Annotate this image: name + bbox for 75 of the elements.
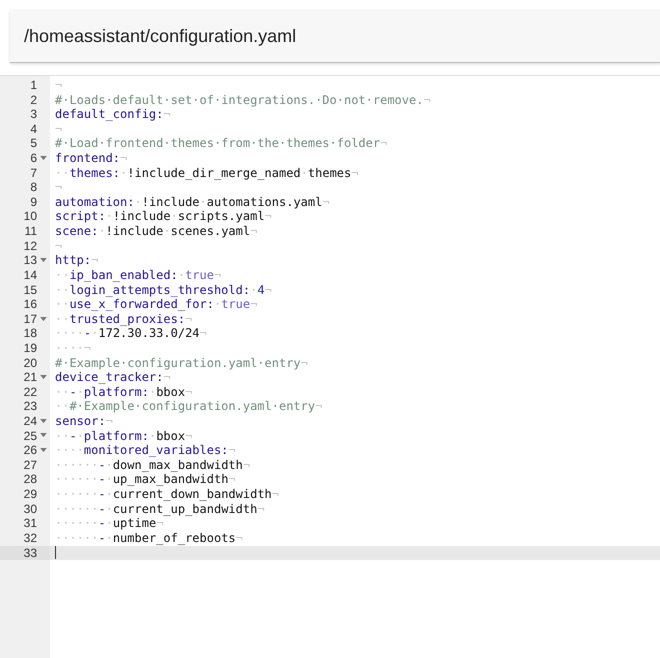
code-line: sensor:¬ [55,414,113,429]
code-line: ··login_attempts_threshold:·4¬ [55,282,272,298]
code-line: ¬ [55,180,62,195]
line-number: 3 [30,107,37,122]
line-number: 24 [24,414,37,429]
fold-caret-icon[interactable] [40,433,47,438]
code-line: ······-·current_up_bandwidth¬ [55,502,265,516]
code-line: ··trusted_proxies:¬ [55,312,192,326]
code-line: ¬ [55,238,62,254]
file-path-title: /homeassistant/configuration.yaml [24,26,296,46]
line-number: 4 [30,122,37,136]
code-line: scene:·!include·scenes.yaml¬ [55,224,258,239]
code-line: ··-·platform:·bbox¬ [55,384,192,400]
line-number: 6 [30,151,37,166]
code-line: ····-·172.30.33.0/24¬ [55,326,207,341]
code-line: ····¬ [55,340,92,356]
line-number: 19 [24,340,37,356]
line-number: 30 [24,502,37,516]
code-line: script:·!include·scripts.yaml¬ [55,209,272,224]
code-line: ······-·up_max_bandwidth¬ [55,472,236,488]
line-number: 7 [30,166,37,180]
code-line: ··themes:·!include_dir_merge_named·themes¬ [55,166,358,180]
line-number: 26 [24,443,37,458]
line-number: 9 [30,194,37,210]
text-cursor [55,546,56,560]
code-line: ······-·current_down_bandwidth¬ [55,487,280,502]
code-line: ······-·uptime¬ [55,516,164,531]
fold-caret-icon[interactable] [40,374,47,380]
line-number: 27 [24,458,37,472]
line-number: 33 [24,546,37,560]
fold-caret-icon[interactable] [40,258,47,264]
line-number: 23 [24,399,37,414]
line-number: 12 [24,238,37,254]
line-number: 16 [24,297,37,312]
line-number: 17 [24,312,37,326]
line-number: 25 [24,428,37,444]
line-number: 18 [24,326,37,341]
code-line: default_config:¬ [55,107,171,122]
line-number: 15 [24,282,37,298]
code-line: ······-·down_max_bandwidth¬ [55,458,250,472]
line-number: 1 [30,78,37,93]
line-number: 2 [30,92,37,108]
line-number: 11 [24,224,37,239]
line-number: 13 [24,253,37,268]
code-line: ··-·platform:·bbox¬ [55,428,192,444]
code-line: ····monitored_variables:¬ [55,443,236,458]
code-line: automation:·!include·automations.yaml¬ [55,194,330,210]
code-line: #·Example·configuration.yaml·entry¬ [55,356,308,370]
code-line: frontend:¬ [55,151,128,166]
code-line: device_tracker:¬ [55,370,171,385]
line-number: 22 [24,384,37,400]
code-line: ¬ [55,122,62,136]
line-number: 32 [24,530,37,546]
code-line: #·Loads·default·set·of·integrations.·Do·not·remove.¬ [55,92,431,108]
line-number: 10 [24,209,37,224]
line-number: 29 [24,487,37,502]
code-line: ··ip_ban_enabled:·true¬ [55,268,222,283]
line-number: 20 [24,356,37,370]
line-number: 21 [24,370,37,385]
code-line: ··#·Example·configuration.yaml·entry¬ [55,399,322,414]
code-line: #·Load·frontend·themes·from·the·themes·folder¬ [55,136,388,152]
code-line: ··use_x_forwarded_for:·true¬ [55,297,258,312]
line-number: 28 [24,472,37,488]
fold-caret-icon[interactable] [40,448,47,454]
line-number: 8 [30,180,37,195]
fold-caret-icon[interactable] [40,418,47,424]
fold-caret-icon[interactable] [40,316,47,322]
fold-caret-icon[interactable] [40,156,47,161]
code-line: http:¬ [55,253,98,268]
line-number: 14 [24,268,37,283]
line-number: 5 [30,136,37,152]
code-editor[interactable] [0,75,660,658]
line-number: 31 [24,516,37,531]
code-line: ¬ [55,78,62,93]
code-line: ······-·number_of_reboots¬ [55,530,243,546]
